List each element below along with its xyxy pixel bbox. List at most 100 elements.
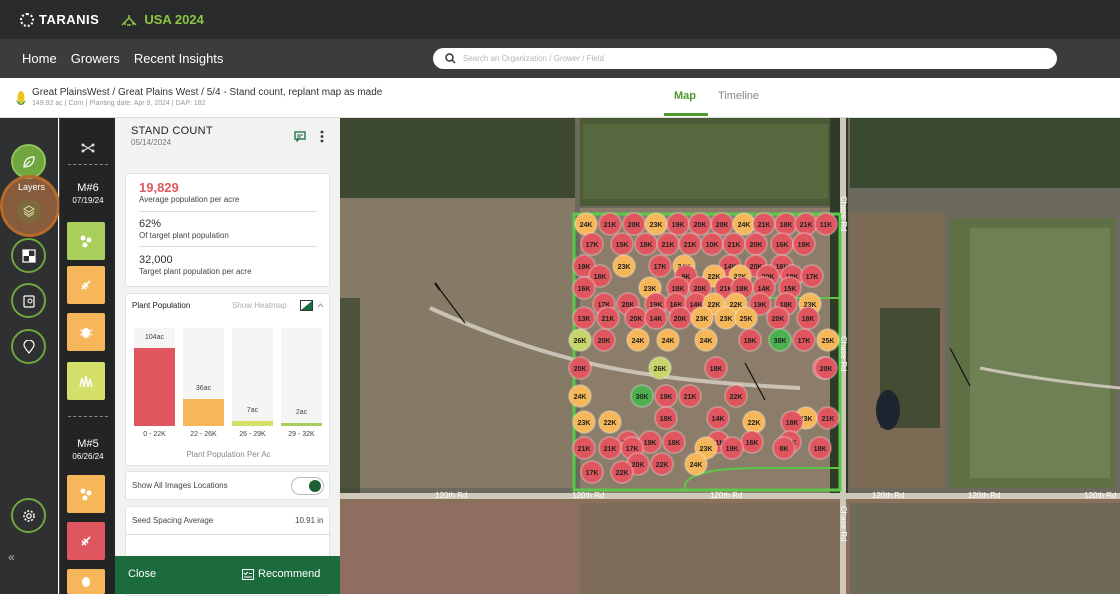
population-bar[interactable] [232, 421, 273, 426]
stand-count-marker[interactable]: 21K [596, 306, 620, 330]
stand-count-marker[interactable]: 16K [740, 430, 764, 454]
nav-growers[interactable]: Growers [71, 51, 120, 66]
stand-count-marker[interactable]: 22K [610, 460, 634, 484]
nav-recent-insights[interactable]: Recent Insights [134, 51, 224, 66]
stand-count-tile[interactable] [67, 475, 105, 513]
stand-count-marker[interactable]: 15K [610, 232, 634, 256]
stand-count-marker[interactable]: 23K [612, 254, 636, 278]
stand-count-marker[interactable]: 18K [738, 328, 762, 352]
stand-count-marker[interactable]: 18K [704, 356, 728, 380]
weeds-tile[interactable] [67, 522, 105, 560]
stand-count-marker[interactable]: 17K [580, 460, 604, 484]
stand-count-marker[interactable]: 18K [654, 406, 678, 430]
stand-count-marker[interactable]: 24K [568, 384, 592, 408]
stand-count-marker[interactable]: 20K [814, 356, 838, 380]
stand-count-marker[interactable]: 17K [792, 328, 816, 352]
disease-tile[interactable] [67, 569, 105, 594]
stand-count-marker[interactable]: 18K [796, 306, 820, 330]
stand-count-marker[interactable]: 18K [634, 232, 658, 256]
stand-count-marker[interactable]: 22K [742, 410, 766, 434]
field-map[interactable]: 24K 21K 20K 23K 19K 20K 20K 24K 21K 18K 21K 11K 17K 1… [340, 118, 1120, 594]
nav-home[interactable]: Home [22, 51, 57, 66]
stand-count-marker[interactable]: 23K [690, 306, 714, 330]
heatmap-icon[interactable] [300, 300, 313, 311]
satellite-map[interactable]: 24K 21K 20K 23K 19K 20K 20K 24K 21K 18K 21K 11K 17K 1… [340, 118, 1120, 594]
stand-count-marker[interactable]: 26K [568, 328, 592, 352]
recommend-button[interactable]: Recommend [258, 568, 320, 580]
collapse-rail-icon[interactable]: « [8, 550, 15, 564]
comment-icon[interactable] [294, 131, 306, 142]
settings-button[interactable] [11, 498, 46, 533]
stand-count-marker[interactable]: 20K [624, 306, 648, 330]
stand-count-marker[interactable]: 18K [662, 430, 686, 454]
more-options-icon[interactable] [320, 130, 324, 143]
stand-count-marker[interactable]: 17K [648, 254, 672, 278]
stand-count-marker[interactable]: 21K [572, 436, 596, 460]
stand-count-marker[interactable]: 10K [700, 232, 724, 256]
stand-count-marker[interactable]: 20K [668, 306, 692, 330]
stand-count-marker[interactable]: 20K [622, 212, 646, 236]
stand-count-marker[interactable]: 19K [720, 436, 744, 460]
stand-count-marker[interactable]: 20K [710, 212, 734, 236]
stand-count-marker[interactable]: 21K [656, 232, 680, 256]
stand-count-marker[interactable]: 24K [574, 212, 598, 236]
stand-count-marker[interactable]: 23K [644, 212, 668, 236]
breadcrumb[interactable]: Great PlainsWest / Great Plains West / 5… [32, 87, 382, 98]
stand-count-marker[interactable]: 21K [794, 212, 818, 236]
stand-count-marker[interactable]: 18K [808, 436, 832, 460]
stand-count-marker[interactable]: 18K [780, 410, 804, 434]
stand-count-marker[interactable]: 21K [678, 384, 702, 408]
stand-count-marker[interactable]: 18K [774, 212, 798, 236]
stand-count-marker[interactable]: 25K [816, 328, 840, 352]
chevron-up-icon[interactable] [317, 303, 324, 308]
stand-count-marker[interactable]: 19K [792, 232, 816, 256]
show-heatmap-link[interactable]: Show Heatmap [232, 301, 287, 310]
stand-count-marker[interactable]: 13K [572, 306, 596, 330]
stand-count-marker[interactable]: 24K [732, 212, 756, 236]
stand-count-marker[interactable]: 21K [722, 232, 746, 256]
stand-count-marker[interactable]: 19K [654, 384, 678, 408]
canopy-tile[interactable] [67, 362, 105, 400]
stand-count-marker[interactable]: 21K [752, 212, 776, 236]
tab-map[interactable]: Map [674, 90, 696, 102]
population-bar[interactable] [281, 423, 322, 426]
stand-count-marker[interactable]: 24K [684, 452, 708, 476]
close-button[interactable]: Close [128, 568, 156, 580]
stand-count-marker[interactable]: 14K [644, 306, 668, 330]
search-bar[interactable] [433, 48, 1057, 69]
stand-count-marker[interactable]: 24K [626, 328, 650, 352]
stand-count-tile[interactable] [67, 222, 105, 260]
insights-button[interactable] [11, 144, 46, 179]
compare-button[interactable] [11, 238, 46, 273]
stand-count-marker[interactable]: 30K [630, 384, 654, 408]
stand-count-marker[interactable]: 21K [598, 436, 622, 460]
stand-count-marker[interactable]: 16K [770, 232, 794, 256]
stand-count-marker[interactable]: 20K [688, 212, 712, 236]
stand-count-marker[interactable]: 25K [734, 306, 758, 330]
weeds-tile[interactable] [67, 266, 105, 304]
population-bar[interactable] [183, 399, 224, 426]
stand-count-marker[interactable]: 24K [694, 328, 718, 352]
stand-count-marker[interactable]: 22K [724, 384, 748, 408]
stand-count-marker[interactable]: 21K [598, 212, 622, 236]
stand-count-marker[interactable]: 19K [666, 212, 690, 236]
stand-count-marker[interactable]: 21K [678, 232, 702, 256]
stand-count-marker[interactable]: 22K [650, 452, 674, 476]
stand-count-marker[interactable]: 8K [772, 436, 796, 460]
stand-count-marker[interactable]: 17K [800, 264, 824, 288]
stand-count-marker[interactable]: 26K [648, 356, 672, 380]
stand-count-marker[interactable]: 17K [580, 232, 604, 256]
show-images-toggle[interactable] [291, 477, 324, 495]
stand-count-marker[interactable]: 23K [714, 306, 738, 330]
layers-button[interactable] [17, 199, 41, 223]
population-bar[interactable] [134, 348, 175, 426]
stand-count-marker[interactable]: 24K [656, 328, 680, 352]
stand-count-marker[interactable]: 16K [572, 276, 596, 300]
stand-count-marker[interactable]: 14K [706, 406, 730, 430]
stand-count-marker[interactable]: 11K [814, 212, 838, 236]
stand-count-marker[interactable]: 21K [816, 406, 840, 430]
stand-count-marker[interactable]: 20K [744, 232, 768, 256]
stand-count-marker[interactable]: 20K [592, 328, 616, 352]
stand-count-marker[interactable]: 20K [568, 356, 592, 380]
search-input[interactable] [463, 54, 1023, 63]
